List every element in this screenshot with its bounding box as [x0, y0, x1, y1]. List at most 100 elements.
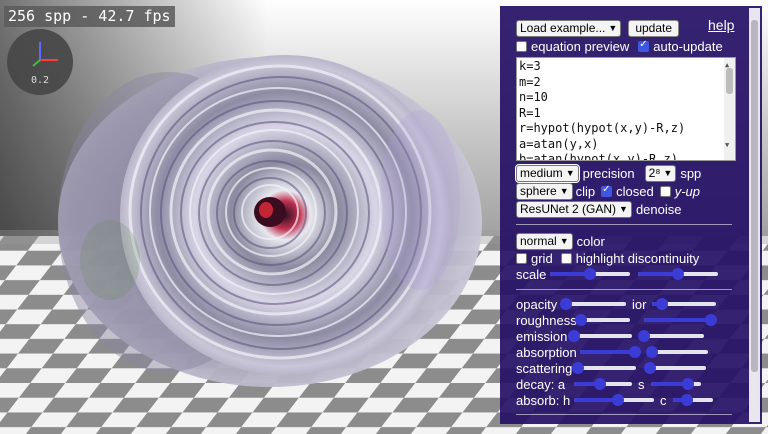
roughness-slider-2[interactable] [644, 314, 717, 326]
absorb-label: absorb: h [516, 392, 571, 408]
editor-scrollbar[interactable]: ▲ ▼ [724, 58, 735, 160]
absorb-h-slider[interactable] [574, 394, 654, 406]
slider-knob[interactable] [644, 362, 656, 374]
color-label: color [576, 233, 605, 249]
scattering-slider[interactable] [572, 362, 636, 374]
decay-a-slider[interactable] [574, 378, 632, 390]
chevron-down-icon: ▼ [663, 168, 673, 178]
clip-select[interactable]: sphere ▼ [516, 182, 573, 200]
ior-label: ior [632, 296, 647, 312]
load-example-value: Load example... [520, 21, 606, 35]
slider-knob[interactable] [612, 394, 624, 406]
auto-update-label: auto-update [653, 38, 723, 54]
scale-slider-2[interactable] [638, 268, 718, 280]
grid-checkbox[interactable] [516, 252, 527, 264]
denoise-value: ResUNet 2 (GAN) [520, 202, 617, 216]
emission-label: emission [516, 328, 568, 344]
slider-knob[interactable] [584, 268, 596, 280]
fps-counter: 256 spp - 42.7 fps [4, 6, 175, 27]
slider-knob[interactable] [680, 394, 693, 406]
slider-knob[interactable] [572, 362, 584, 374]
color-value: normal [520, 234, 557, 248]
closed-label: closed [616, 183, 654, 199]
precision-value: medium [520, 166, 563, 180]
update-button[interactable]: update [628, 19, 680, 37]
chevron-down-icon: ▼ [608, 23, 618, 33]
highlight-discontinuity-checkbox[interactable] [560, 252, 572, 264]
slider-knob[interactable] [560, 298, 572, 310]
denoise-select[interactable]: ResUNet 2 (GAN) ▼ [516, 200, 632, 218]
scale-label: scale [516, 266, 547, 282]
emission-slider-2[interactable] [638, 330, 704, 342]
slider-knob[interactable] [629, 346, 642, 358]
decay-s-label: s [638, 376, 645, 392]
emission-slider[interactable] [568, 330, 632, 342]
absorb-c-label: c [660, 392, 667, 408]
axes-value: 0.2 [30, 75, 50, 86]
slider-knob[interactable] [594, 378, 607, 390]
chevron-down-icon: ▼ [565, 168, 575, 178]
editor-scrollbar-thumb[interactable] [726, 68, 733, 94]
decay-label: decay: a [516, 376, 566, 392]
equation-editor[interactable]: k=3 m=2 n=10 R=1 r=hypot(hypot(x,y)-R,z)… [516, 57, 736, 161]
precision-select[interactable]: medium ▼ [515, 163, 580, 183]
slider-knob[interactable] [672, 268, 684, 280]
spp-value: 2⁸ [648, 166, 661, 180]
color-select[interactable]: normal ▼ [516, 232, 573, 250]
axes-gizmo[interactable]: 0.2 [7, 29, 73, 95]
code-line: r=hypot(hypot(x,y)-R,z) [519, 121, 686, 135]
slider-knob[interactable] [704, 314, 717, 326]
spp-label: spp [680, 165, 702, 181]
absorb-c-slider[interactable] [672, 394, 713, 406]
absorption-label: absorption [516, 344, 577, 360]
slider-fill [580, 350, 636, 354]
help-link[interactable]: help [708, 17, 734, 33]
scale-slider[interactable] [550, 268, 630, 280]
auto-update-checkbox[interactable] [638, 39, 650, 52]
code-line: a=atan(y,x) [519, 136, 599, 151]
divider [516, 289, 732, 290]
glass-object [58, 55, 482, 387]
code-line: k=3 [519, 59, 541, 73]
absorption-slider[interactable] [580, 346, 642, 358]
slider-knob[interactable] [646, 346, 658, 358]
slider-knob[interactable] [568, 330, 580, 342]
equation-preview-label: equation preview [531, 38, 630, 54]
load-example-select[interactable]: Load example... ▼ [516, 19, 622, 37]
opacity-label: opacity [516, 296, 558, 312]
slider-knob[interactable] [638, 330, 650, 342]
code-line: n=10 [519, 90, 548, 104]
code-line: m=2 [519, 74, 541, 89]
ior-slider[interactable] [652, 298, 717, 310]
chevron-down-icon: ▼ [559, 186, 569, 196]
precision-label: precision [582, 165, 635, 181]
slider-knob[interactable] [656, 298, 669, 310]
absorption-slider-2[interactable] [646, 346, 708, 358]
y-up-checkbox[interactable] [659, 185, 671, 197]
opacity-slider[interactable] [560, 298, 626, 310]
scroll-down-icon[interactable]: ▼ [725, 138, 729, 154]
code-line: b=atan(hypot(x,y)-R,z) [519, 152, 678, 161]
panel-scrollbar[interactable] [749, 8, 760, 422]
denoise-label: denoise [635, 201, 682, 217]
slider-fill [644, 318, 711, 322]
clip-value: sphere [520, 184, 557, 198]
scattering-slider-2[interactable] [644, 362, 706, 374]
roughness-label: roughness [516, 312, 577, 328]
equation-preview-checkbox[interactable] [516, 40, 527, 52]
closed-checkbox[interactable] [601, 184, 613, 197]
code-line: R=1 [519, 105, 541, 120]
slider-knob[interactable] [682, 378, 694, 390]
scattering-label: scattering [516, 360, 573, 376]
divider [516, 414, 732, 415]
y-up-label: y-up [674, 183, 701, 199]
spp-select[interactable]: 2⁸ ▼ [644, 164, 677, 182]
decay-s-slider[interactable] [650, 378, 701, 390]
roughness-slider[interactable] [574, 314, 630, 326]
highlight-discontinuity-label: highlight discontinuity [575, 250, 700, 266]
slider-knob[interactable] [574, 314, 587, 326]
grid-label: grid [531, 250, 553, 266]
panel-scrollbar-thumb[interactable] [751, 20, 758, 372]
clip-label: clip [575, 183, 596, 199]
divider [516, 224, 732, 225]
